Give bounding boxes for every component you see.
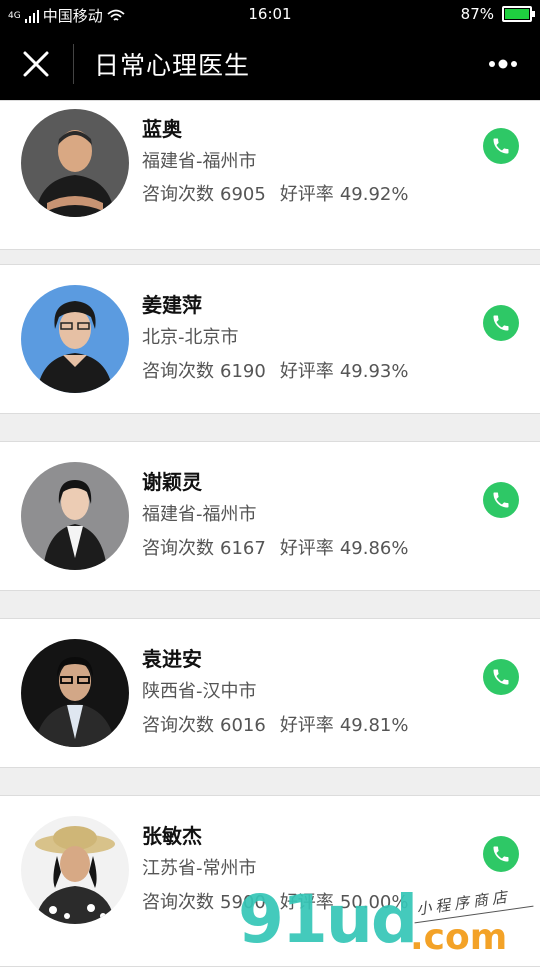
doctor-card[interactable]: 谢颖灵 福建省-福州市 咨询次数 6167 好评率 49.86% xyxy=(0,441,540,591)
consult-count: 6190 xyxy=(220,361,266,382)
avatar xyxy=(21,285,129,393)
rating-value: 49.86% xyxy=(339,538,409,559)
phone-icon xyxy=(493,669,509,685)
doctor-card[interactable]: 姜建萍 北京-北京市 咨询次数 6190 好评率 49.93% xyxy=(0,264,540,414)
doctor-name: 谢颖灵 xyxy=(142,470,202,494)
consult-label: 咨询次数 xyxy=(142,361,214,382)
doctor-stats: 咨询次数 6905 好评率 49.92% xyxy=(142,180,422,206)
phone-icon xyxy=(493,846,509,862)
doctor-stats: 咨询次数 5900 好评率 50.00% xyxy=(142,888,422,914)
battery-percent: 87% xyxy=(460,5,494,23)
more-icon[interactable] xyxy=(488,58,518,70)
phone-icon xyxy=(493,138,509,154)
consult-label: 咨询次数 xyxy=(142,538,214,559)
close-icon[interactable] xyxy=(20,48,52,80)
status-right: 87% xyxy=(460,5,535,23)
call-button[interactable] xyxy=(483,836,519,872)
avatar xyxy=(21,639,129,747)
rating-label: 好评率 xyxy=(279,184,334,205)
doctor-card[interactable]: 蓝奥 福建省-福州市 咨询次数 6905 好评率 49.92% xyxy=(0,100,540,250)
page-title: 日常心理医生 xyxy=(94,51,251,80)
avatar xyxy=(21,109,129,217)
call-button[interactable] xyxy=(483,305,519,341)
battery-icon xyxy=(502,6,535,22)
doctor-card[interactable]: 袁进安 陕西省-汉中市 咨询次数 6016 好评率 49.81% xyxy=(0,618,540,768)
phone-icon xyxy=(493,492,509,508)
rating-label: 好评率 xyxy=(279,538,334,559)
nav-bar: 日常心理医生 xyxy=(0,28,540,100)
rating-label: 好评率 xyxy=(279,715,334,736)
avatar xyxy=(21,462,129,570)
consult-count: 6905 xyxy=(220,184,266,205)
doctor-location: 江苏省-常州市 xyxy=(142,858,257,879)
consult-count: 5900 xyxy=(220,892,266,913)
doctor-location: 陕西省-汉中市 xyxy=(142,681,257,702)
phone-icon xyxy=(493,315,509,331)
call-button[interactable] xyxy=(483,128,519,164)
rating-label: 好评率 xyxy=(279,892,334,913)
doctor-location: 福建省-福州市 xyxy=(142,151,257,172)
consult-count: 6167 xyxy=(220,538,266,559)
consult-label: 咨询次数 xyxy=(142,184,214,205)
consult-label: 咨询次数 xyxy=(142,715,214,736)
doctor-location: 北京-北京市 xyxy=(142,327,239,348)
call-button[interactable] xyxy=(483,482,519,518)
doctor-card[interactable]: 张敏杰 江苏省-常州市 咨询次数 5900 好评率 50.00% xyxy=(0,795,540,967)
doctor-stats: 咨询次数 6190 好评率 49.93% xyxy=(142,357,422,383)
doctor-stats: 咨询次数 6167 好评率 49.86% xyxy=(142,534,422,560)
rating-value: 49.93% xyxy=(339,361,409,382)
rating-value: 49.92% xyxy=(339,184,409,205)
status-bar: 4G 中国移动 16:01 87% xyxy=(0,0,540,28)
consult-count: 6016 xyxy=(220,715,266,736)
doctor-stats: 咨询次数 6016 好评率 49.81% xyxy=(142,711,422,737)
rating-value: 49.81% xyxy=(339,715,409,736)
doctor-name: 张敏杰 xyxy=(142,824,202,848)
nav-divider xyxy=(73,44,74,84)
doctor-location: 福建省-福州市 xyxy=(142,504,257,525)
doctor-name: 姜建萍 xyxy=(142,293,202,317)
doctor-name: 蓝奥 xyxy=(142,117,182,141)
rating-label: 好评率 xyxy=(279,361,334,382)
avatar xyxy=(21,816,129,924)
rating-value: 50.00% xyxy=(339,892,409,913)
doctor-name: 袁进安 xyxy=(142,647,202,671)
consult-label: 咨询次数 xyxy=(142,892,214,913)
status-time: 16:01 xyxy=(248,5,292,23)
call-button[interactable] xyxy=(483,659,519,695)
